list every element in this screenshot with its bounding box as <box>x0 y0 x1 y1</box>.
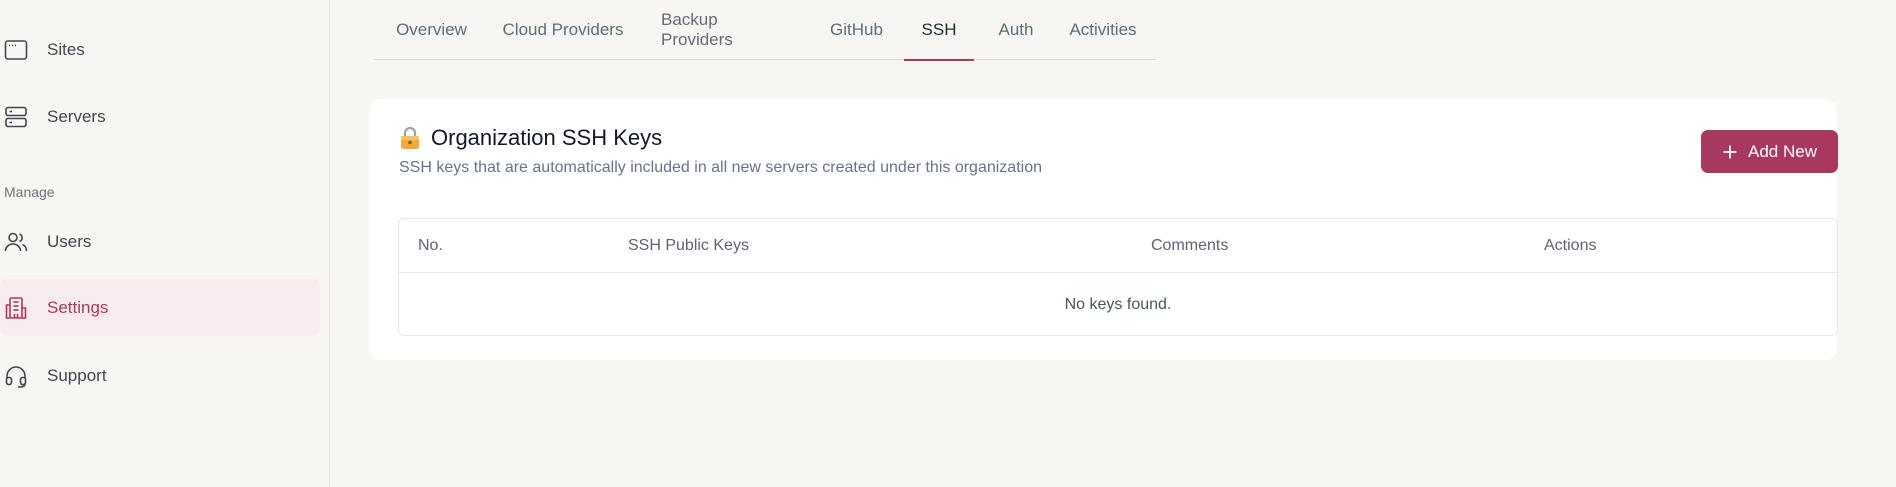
ssh-keys-table: No. SSH Public Keys Comments Actions No … <box>398 218 1838 336</box>
settings-tabs: Overview Cloud Providers Backup Provider… <box>374 0 1156 61</box>
tab-backup-providers[interactable]: Backup Providers <box>661 0 791 60</box>
column-header-comments: Comments <box>1151 237 1229 254</box>
sidebar-section-manage: Manage <box>4 184 55 200</box>
sidebar-item-users[interactable]: Users <box>0 213 320 270</box>
column-header-ssh-public-keys: SSH Public Keys <box>628 237 749 254</box>
tab-cloud-providers[interactable]: Cloud Providers <box>502 0 624 60</box>
add-new-button-label: Add New <box>1748 141 1817 161</box>
sidebar-item-label: Users <box>47 231 92 251</box>
app: Sites Servers Manage Users Settings Supp… <box>0 0 1896 487</box>
plus-icon <box>1722 144 1738 160</box>
ssh-keys-card: Organization SSH Keys SSH keys that are … <box>369 99 1838 360</box>
sidebar-item-servers[interactable]: Servers <box>0 88 320 145</box>
tab-auth[interactable]: Auth <box>992 0 1040 60</box>
table-header: No. SSH Public Keys Comments Actions <box>399 219 1837 273</box>
tab-overview[interactable]: Overview <box>394 0 469 60</box>
tab-activities[interactable]: Activities <box>1066 0 1140 60</box>
sidebar: Sites Servers Manage Users Settings Supp… <box>0 0 330 487</box>
users-icon <box>4 230 28 254</box>
sidebar-item-support[interactable]: Support <box>0 347 320 404</box>
sidebar-item-label: Servers <box>47 106 106 126</box>
sidebar-item-label: Sites <box>47 39 85 59</box>
card-title: Organization SSH Keys <box>399 125 662 151</box>
tab-github[interactable]: GitHub <box>828 0 885 60</box>
column-header-no: No. <box>418 237 443 254</box>
table-empty-message: No keys found. <box>1064 295 1172 313</box>
sidebar-item-label: Settings <box>47 297 109 317</box>
card-subtitle: SSH keys that are automatically included… <box>399 159 1042 176</box>
server-icon <box>4 105 28 129</box>
column-header-actions: Actions <box>1544 237 1597 254</box>
tab-ssh[interactable]: SSH <box>904 0 974 61</box>
sidebar-item-sites[interactable]: Sites <box>0 21 320 78</box>
sidebar-item-label: Support <box>47 365 107 385</box>
browser-window-icon <box>4 38 28 62</box>
card-title-text: Organization SSH Keys <box>431 125 663 150</box>
add-new-button[interactable]: Add New <box>1701 130 1838 173</box>
headset-icon <box>4 364 28 388</box>
lock-icon <box>399 126 421 150</box>
building-settings-icon <box>4 296 28 320</box>
sidebar-item-settings[interactable]: Settings <box>0 279 320 336</box>
